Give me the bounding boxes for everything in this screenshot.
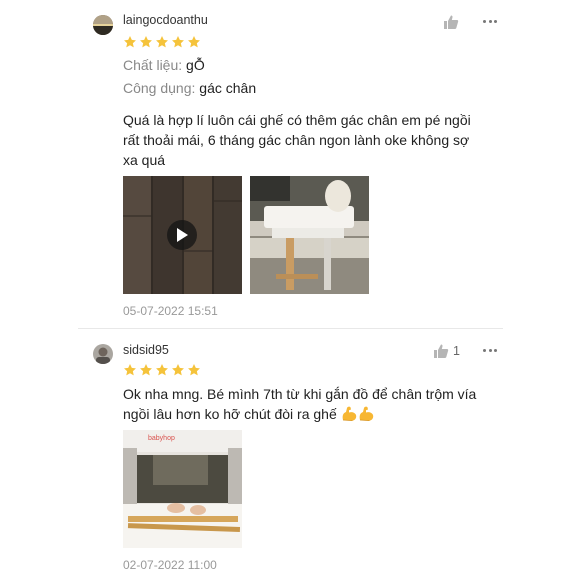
like-button[interactable] <box>443 14 459 30</box>
star-icon <box>124 364 136 376</box>
material-label: Chất liệu: <box>123 57 183 73</box>
rating-stars <box>123 35 201 49</box>
star-icon <box>140 364 152 376</box>
usage-value: gác chân <box>199 80 257 96</box>
review-text-line-with-emoji: ngồi lâu hơn ko hỡ chút đòi ra ghế <box>123 404 476 424</box>
star-icon <box>188 36 200 48</box>
username[interactable]: laingocdoanthu <box>123 13 208 27</box>
review-video-thumbnail[interactable] <box>123 176 242 294</box>
review-date: 02-07-2022 11:00 <box>123 558 217 572</box>
star-icon <box>140 36 152 48</box>
photo-brand-label: babyhop <box>148 435 175 442</box>
play-icon <box>177 228 188 242</box>
like-button[interactable] <box>433 343 449 359</box>
star-icon <box>188 364 200 376</box>
material-attribute: Chất liệu: gỖ <box>123 57 205 73</box>
thumbs-up-icon <box>434 344 449 358</box>
material-value: gỖ <box>186 57 205 73</box>
avatar[interactable] <box>93 344 113 364</box>
star-icon <box>124 36 136 48</box>
review-text-line: Ok nha mng. Bé mình 7th từ khi gắn đồ để… <box>123 386 477 402</box>
star-icon <box>172 364 184 376</box>
star-icon <box>172 36 184 48</box>
review-text-line: xa quá <box>123 152 166 168</box>
flexed-biceps-emoji <box>342 406 356 421</box>
username[interactable]: sidsid95 <box>123 343 169 357</box>
play-button[interactable] <box>167 220 197 250</box>
review-photo[interactable]: babyhop <box>123 430 242 548</box>
avatar[interactable] <box>93 15 113 35</box>
review-text: Quá là hợp lí luôn cái ghế có thêm gác c… <box>123 110 471 170</box>
review-text-line: ngồi lâu hơn ko hỡ chút đòi ra ghế <box>123 406 337 422</box>
more-options-button[interactable] <box>483 14 497 28</box>
review-text: Ok nha mng. Bé mình 7th từ khi gắn đồ để… <box>123 384 476 424</box>
thumbs-up-icon <box>444 15 459 29</box>
like-count: 1 <box>453 344 460 358</box>
flexed-biceps-emoji <box>359 406 373 421</box>
rating-stars <box>123 363 201 377</box>
review-text-line: Quá là hợp lí luôn cái ghế có thêm gác c… <box>123 112 471 128</box>
more-options-button[interactable] <box>483 343 497 357</box>
review-photo[interactable] <box>250 176 369 294</box>
star-icon <box>156 364 168 376</box>
review-divider <box>78 328 503 329</box>
review-date: 05-07-2022 15:51 <box>123 304 218 318</box>
usage-attribute: Công dụng: gác chân <box>123 80 256 96</box>
usage-label: Công dụng: <box>123 80 196 96</box>
star-icon <box>156 36 168 48</box>
review-text-line: rất thoải mái, 6 tháng gác chân ngon làn… <box>123 132 470 148</box>
